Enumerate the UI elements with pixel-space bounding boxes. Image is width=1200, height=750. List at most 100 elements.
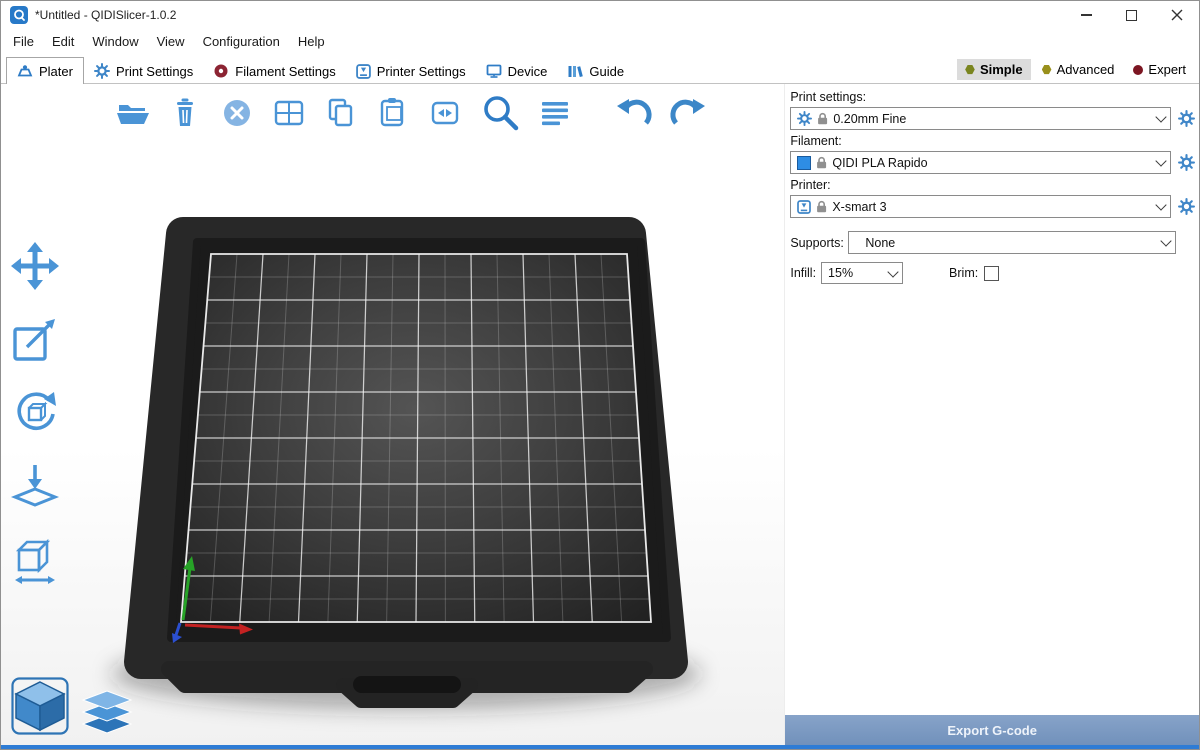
variable-layer-height-button[interactable] — [535, 93, 575, 133]
titlebar: *Untitled - QIDISlicer-1.0.2 — [1, 1, 1199, 29]
minimize-icon — [1081, 14, 1092, 16]
view-3d-button[interactable] — [11, 677, 69, 735]
layers-view-icon — [81, 689, 133, 735]
printer-combo[interactable]: X-smart 3 — [790, 195, 1171, 218]
export-gcode-button[interactable]: Export G-code — [785, 715, 1199, 745]
combo-arrow — [1152, 108, 1170, 129]
app-window: *Untitled - QIDISlicer-1.0.2 File Edit W… — [0, 0, 1200, 750]
open-project-button[interactable] — [113, 93, 153, 133]
print-settings-label: Print settings: — [790, 90, 1195, 104]
print-settings-gear-icon — [94, 63, 110, 79]
printer-label: Printer: — [790, 178, 1195, 192]
rotate-icon — [9, 386, 61, 438]
chevron-down-icon — [1160, 235, 1171, 246]
chevron-down-icon — [1155, 111, 1166, 122]
close-icon — [1171, 9, 1183, 21]
tab-filament-settings[interactable]: Filament Settings — [203, 59, 345, 83]
rotate-tool-button[interactable] — [7, 384, 63, 440]
menu-help[interactable]: Help — [289, 29, 334, 54]
filament-gear-button[interactable] — [1177, 154, 1195, 172]
chevron-down-icon — [887, 266, 898, 277]
menubar: File Edit Window View Configuration Help — [1, 29, 1199, 54]
combo-arrow — [884, 263, 902, 283]
printer-value: X-smart 3 — [832, 200, 886, 214]
infill-combo[interactable]: 15% — [821, 262, 903, 284]
combo-arrow — [1152, 196, 1170, 217]
undo-button[interactable] — [615, 93, 655, 133]
close-button[interactable] — [1154, 1, 1199, 29]
guide-books-icon — [567, 63, 583, 79]
mode-simple[interactable]: Simple — [957, 59, 1031, 80]
tab-plater[interactable]: Plater — [6, 57, 84, 84]
search-button[interactable] — [477, 90, 523, 136]
maximize-button[interactable] — [1109, 1, 1154, 29]
expert-mode-dot-icon — [1133, 65, 1143, 75]
tab-printer-settings[interactable]: Printer Settings — [346, 59, 476, 83]
infill-label: Infill: — [790, 266, 816, 280]
printer-gear-button[interactable] — [1177, 198, 1195, 216]
infill-value: 15% — [828, 266, 853, 280]
redo-icon — [667, 94, 707, 132]
gear-icon — [1178, 198, 1195, 215]
scale-icon — [9, 313, 61, 365]
view-layers-button[interactable] — [81, 689, 133, 735]
filament-spool-icon — [213, 63, 229, 79]
print-settings-gear-button[interactable] — [1177, 110, 1195, 128]
place-on-face-tool-button[interactable] — [7, 457, 63, 513]
tab-device[interactable]: Device — [476, 59, 558, 83]
menu-file[interactable]: File — [4, 29, 43, 54]
filament-value: QIDI PLA Rapido — [832, 156, 927, 170]
advanced-mode-dot-icon — [1042, 65, 1052, 75]
supports-label: Supports: — [790, 236, 848, 250]
qidi-logo-icon — [10, 6, 28, 24]
viewport-3d-canvas[interactable] — [1, 84, 784, 745]
arrange-button[interactable] — [269, 93, 309, 133]
copy-button[interactable] — [321, 93, 361, 133]
maximize-icon — [1126, 10, 1137, 21]
mode-expert[interactable]: Expert — [1125, 59, 1194, 80]
tab-label: Plater — [39, 64, 73, 79]
menu-edit[interactable]: Edit — [43, 29, 83, 54]
filament-combo[interactable]: QIDI PLA Rapido — [790, 151, 1171, 174]
main-area: Print settings: 0.20mm Fine Filament: QI… — [1, 84, 1199, 745]
window-title: *Untitled - QIDISlicer-1.0.2 — [35, 8, 176, 22]
move-tool-button[interactable] — [7, 238, 63, 294]
supports-combo[interactable]: None — [848, 231, 1176, 254]
export-gcode-label: Export G-code — [947, 723, 1037, 738]
menu-configuration[interactable]: Configuration — [194, 29, 289, 54]
tab-guide[interactable]: Guide — [557, 59, 634, 83]
print-bed — [1, 84, 784, 745]
lock-icon — [816, 200, 827, 213]
gear-icon — [797, 111, 812, 126]
brim-checkbox[interactable] — [984, 266, 999, 281]
mode-label: Expert — [1148, 62, 1186, 77]
delete-icon — [166, 94, 204, 132]
combo-arrow — [1157, 232, 1175, 253]
lock-icon — [817, 112, 828, 125]
tab-print-settings[interactable]: Print Settings — [84, 59, 203, 83]
arrange-icon — [270, 94, 308, 132]
measure-tool-button[interactable] — [7, 530, 63, 586]
status-strip — [1, 745, 1199, 750]
3d-view-icon — [11, 677, 69, 735]
delete-all-button[interactable] — [217, 93, 257, 133]
menu-view[interactable]: View — [148, 29, 194, 54]
minimize-button[interactable] — [1064, 1, 1109, 29]
tabbar: Plater Print Settings Filament Settings … — [1, 54, 1199, 84]
mode-advanced[interactable]: Advanced — [1034, 59, 1123, 80]
menu-window[interactable]: Window — [83, 29, 147, 54]
chevron-down-icon — [1155, 155, 1166, 166]
print-settings-combo[interactable]: 0.20mm Fine — [790, 107, 1171, 130]
printer-icon — [356, 64, 371, 79]
settings-sidebar: Print settings: 0.20mm Fine Filament: QI… — [784, 84, 1199, 745]
filament-color-swatch — [797, 156, 811, 170]
gizmo-toolbar — [7, 238, 63, 586]
paste-button[interactable] — [373, 93, 413, 133]
delete-button[interactable] — [165, 93, 205, 133]
printer-icon — [797, 200, 811, 214]
redo-button[interactable] — [667, 93, 707, 133]
lock-icon — [816, 156, 827, 169]
device-monitor-icon — [486, 63, 502, 79]
scale-tool-button[interactable] — [7, 311, 63, 367]
split-objects-button[interactable] — [425, 93, 465, 133]
